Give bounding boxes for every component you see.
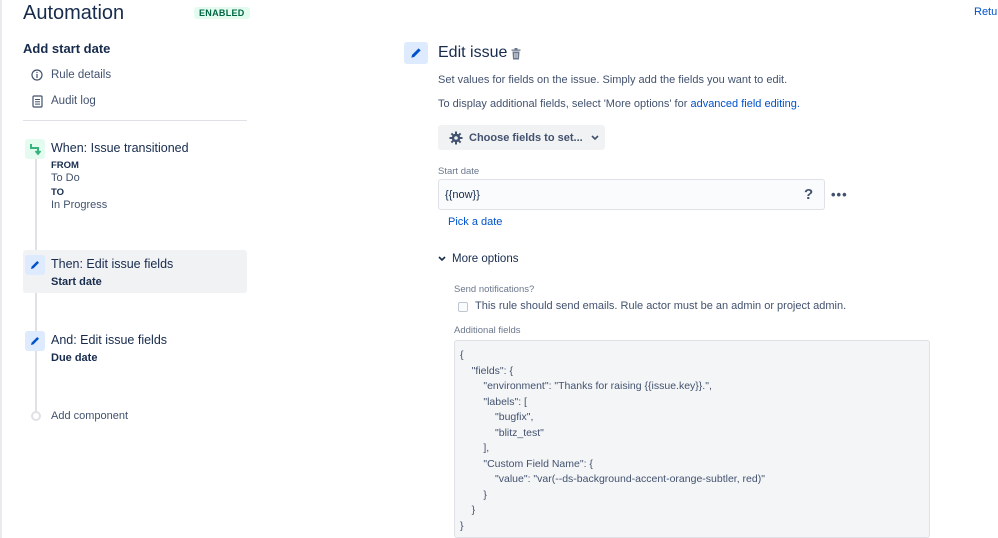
info-icon — [28, 68, 46, 82]
pick-a-date-link[interactable]: Pick a date — [448, 216, 502, 228]
action-step-subtitle: Due date — [51, 352, 98, 364]
choose-fields-label: Choose fields to set... — [469, 131, 583, 144]
chevron-down-icon — [438, 256, 446, 262]
trigger-from-label: FROM — [51, 160, 79, 171]
send-notifications-text: This rule should send emails. Rule actor… — [475, 300, 847, 312]
additional-fields-code: { "fields": { "environment": "Thanks for… — [460, 349, 765, 532]
choose-fields-button[interactable]: Choose fields to set... — [438, 125, 605, 150]
nav-audit-log-label: Audit log — [51, 95, 96, 107]
pencil-icon — [404, 42, 428, 64]
nav-rule-details-label: Rule details — [51, 69, 112, 81]
send-notifications-label: Send notifications? — [454, 284, 535, 295]
start-date-label: Start date — [438, 166, 480, 177]
nav-rule-details[interactable]: Rule details — [28, 68, 111, 82]
action-step-subtitle: Start date — [51, 276, 102, 288]
more-options-label: More options — [452, 253, 519, 265]
action-step-title[interactable]: Then: Edit issue fields — [51, 257, 173, 271]
chevron-down-icon — [591, 134, 599, 141]
trash-icon[interactable] — [511, 47, 521, 65]
additional-fields-editor[interactable]: { "fields": { "environment": "Thanks for… — [454, 340, 930, 538]
audit-log-icon — [28, 94, 46, 108]
page-title: Automation — [23, 2, 125, 24]
more-options-toggle[interactable]: More options — [438, 253, 518, 265]
send-notifications-checkbox[interactable] — [458, 302, 468, 312]
status-badge: ENABLED — [194, 7, 250, 19]
action-step-title[interactable]: And: Edit issue fields — [51, 333, 167, 347]
add-component-dot — [31, 411, 41, 421]
description-text: To display additional fields, select 'Mo… — [438, 98, 691, 110]
start-date-input[interactable]: {{now}} — [438, 179, 825, 210]
more-actions-icon[interactable]: ••• — [831, 187, 848, 202]
trigger-from-value: To Do — [51, 172, 80, 184]
editor-title: Edit issue — [438, 44, 508, 61]
trigger-to-value: In Progress — [51, 199, 108, 211]
rule-name: Add start date — [23, 41, 111, 56]
transition-icon — [25, 139, 45, 159]
additional-fields-label: Additional fields — [454, 325, 521, 336]
editor-description-more: To display additional fields, select 'Mo… — [438, 98, 800, 110]
help-icon[interactable]: ? — [804, 186, 813, 203]
pencil-icon — [25, 255, 45, 275]
sidebar-divider — [23, 120, 247, 121]
pencil-icon — [25, 331, 45, 351]
gear-icon — [449, 131, 463, 145]
return-link[interactable]: Retur — [974, 6, 998, 18]
window-edge — [0, 0, 2, 538]
trigger-to-label: TO — [51, 187, 65, 198]
editor-description: Set values for fields on the issue. Simp… — [438, 74, 788, 86]
trigger-step-title[interactable]: When: Issue transitioned — [51, 141, 189, 155]
add-component-button[interactable]: Add component — [51, 410, 128, 422]
advanced-field-editing-link[interactable]: advanced field editing. — [690, 98, 799, 110]
nav-audit-log[interactable]: Audit log — [28, 94, 96, 108]
